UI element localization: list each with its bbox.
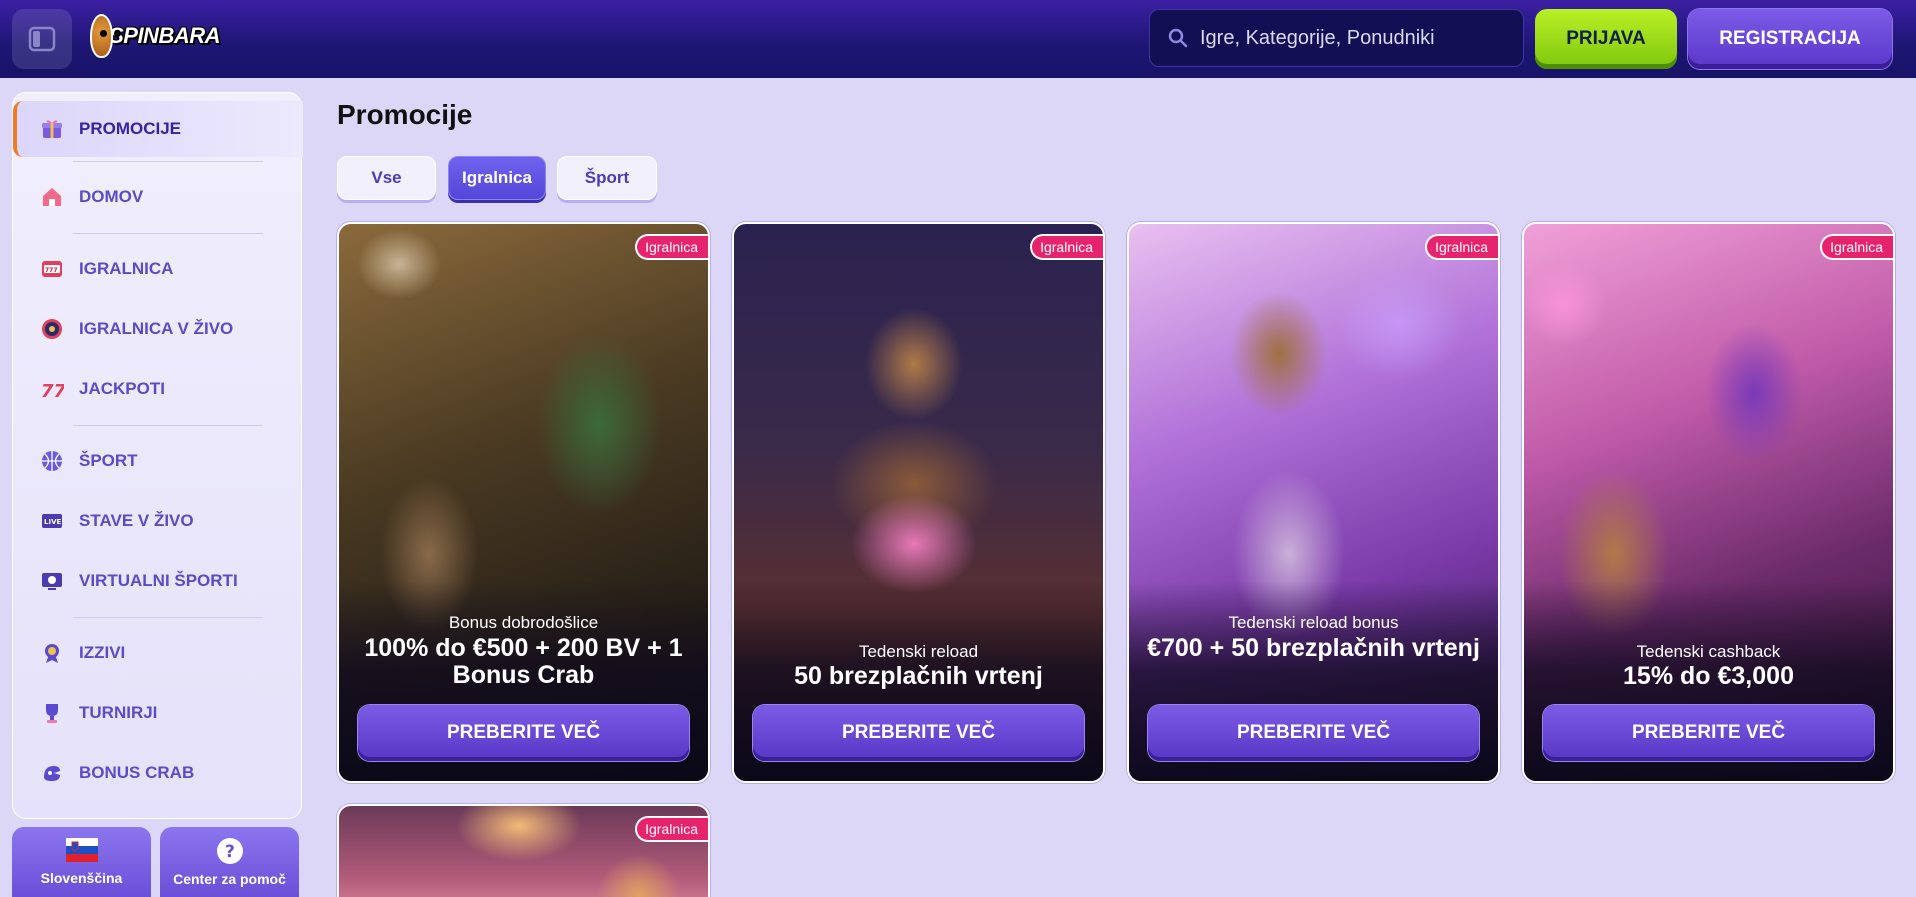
svg-text:?: ? [225, 842, 235, 862]
crab-icon [39, 760, 65, 786]
sidebar-item-label: TURNIRJI [79, 703, 158, 722]
promo-card[interactable]: Igralnica Tedenski reload 50 brezplačnih… [732, 222, 1105, 783]
tab-sport[interactable]: Šport [557, 156, 657, 200]
sidebar-item-label: IGRALNICA [79, 259, 174, 278]
promo-headline: €700 + 50 brezplačnih vrtenj [1147, 634, 1480, 662]
capybara-mascot-icon [90, 14, 121, 58]
sidebar-divider [73, 161, 263, 162]
sidebar-item-label: VIRTUALNI ŠPORTI [79, 571, 238, 590]
sidebar-toggle-button[interactable] [12, 9, 72, 69]
spinbara-logo[interactable]: SPINBARA [90, 10, 220, 62]
sidebar-item-turnirji[interactable]: TURNIRJI [13, 685, 303, 741]
sidebar-divider [73, 233, 263, 234]
register-button[interactable]: REGISTRACIJA [1688, 9, 1892, 69]
language-button[interactable]: Slovenščina [12, 827, 151, 897]
language-label: Slovenščina [40, 870, 123, 886]
trophy-icon [39, 700, 65, 726]
virtual-icon [39, 568, 65, 594]
slovenia-flag-icon [65, 838, 98, 862]
sidebar-item-label: DOMOV [79, 187, 144, 206]
category-badge: Igralnica [1425, 234, 1498, 260]
read-more-button[interactable]: PREBERITE VEČ [753, 705, 1084, 761]
search-box[interactable] [1149, 9, 1524, 67]
search-icon [1168, 28, 1188, 48]
page-title: Promocije [337, 99, 473, 130]
sidebar-item-label: JACKPOTI [79, 379, 165, 398]
help-center-button[interactable]: ? Center za pomoč [160, 827, 299, 897]
sidebar-item-bonus-crab[interactable]: BONUS CRAB [13, 745, 303, 801]
search-input[interactable] [1200, 26, 1500, 50]
home-icon [39, 184, 65, 210]
login-button[interactable]: PRIJAVA [1535, 9, 1677, 69]
sidebar-item-label: IZZIVI [79, 643, 126, 662]
svg-text:777: 777 [45, 267, 58, 274]
sevens-icon: 77 [39, 376, 65, 402]
read-more-button[interactable]: PREBERITE VEČ [1543, 705, 1874, 761]
read-more-button[interactable]: PREBERITE VEČ [1148, 705, 1479, 761]
sidebar-item-virtualni-sporti[interactable]: VIRTUALNI ŠPORTI [13, 553, 303, 609]
promo-card[interactable]: Igralnica [337, 804, 710, 897]
sidebar-item-sport[interactable]: ŠPORT [13, 433, 303, 489]
promo-headline: 100% do €500 + 200 BV + 1 Bonus Crab [364, 634, 683, 689]
read-more-button[interactable]: PREBERITE VEČ [358, 705, 689, 761]
promo-subtitle: Tedenski reload bonus [1228, 613, 1399, 632]
promo-subtitle: Tedenski reload [858, 642, 979, 661]
svg-text:LIVE: LIVE [44, 518, 61, 526]
promo-headline: 50 brezplačnih vrtenj [794, 662, 1043, 690]
promo-headline: 15% do €3,000 [1623, 662, 1794, 690]
promo-card[interactable]: Igralnica Bonus dobrodošlice 100% do €50… [337, 222, 710, 783]
promo-card[interactable]: Igralnica Tedenski cashback 15% do €3,00… [1522, 222, 1895, 783]
promo-subtitle: Tedenski cashback [1636, 642, 1781, 661]
help-label: Center za pomoč [173, 871, 286, 887]
promo-card[interactable]: Igralnica Tedenski reload bonus €700 + 5… [1127, 222, 1500, 783]
help-icon: ? [216, 838, 243, 864]
basketball-icon [39, 448, 65, 474]
live-icon: LIVE [39, 508, 65, 534]
sidebar-item-igralnica[interactable]: 777 IGRALNICA [13, 241, 303, 297]
sidebar-item-label: BONUS CRAB [79, 763, 195, 782]
sidebar-item-igralnica-v-zivo[interactable]: IGRALNICA V ŽIVO [13, 301, 303, 357]
sidebar-item-jackpoti[interactable]: 77 JACKPOTI [13, 361, 303, 417]
sidebar-divider [73, 617, 263, 618]
tab-vse[interactable]: Vse [337, 156, 436, 200]
promo-subtitle: Bonus dobrodošlice [448, 613, 599, 632]
top-header: SPINBARA PRIJAVA REGISTRACIJA [0, 0, 1916, 78]
category-badge: Igralnica [635, 816, 708, 842]
sidebar-item-promocije[interactable]: PROMOCIJE [13, 101, 303, 157]
sidebar-toggle-icon [28, 26, 56, 52]
medal-icon [39, 640, 65, 666]
sidebar-item-stave-v-zivo[interactable]: LIVE STAVE V ŽIVO [13, 493, 303, 549]
sidebar-item-label: STAVE V ŽIVO [79, 511, 194, 530]
sidebar-item-label: ŠPORT [79, 451, 138, 470]
gift-icon [39, 116, 65, 142]
sidebar: PROMOCIJE DOMOV 777 IGRALNICA IGRALNICA … [12, 92, 303, 819]
sidebar-item-label: PROMOCIJE [79, 119, 182, 138]
category-badge: Igralnica [1030, 234, 1103, 260]
svg-text:77: 77 [41, 381, 64, 401]
tab-igralnica[interactable]: Igralnica [448, 156, 546, 200]
slot-machine-icon: 777 [39, 256, 65, 282]
sidebar-item-izzivi[interactable]: IZZIVI [13, 625, 303, 681]
category-badge: Igralnica [1820, 234, 1893, 260]
sidebar-divider [73, 425, 263, 426]
sidebar-item-label: IGRALNICA V ŽIVO [79, 319, 234, 338]
roulette-icon [39, 316, 65, 342]
logo-text: SPINBARA [109, 23, 220, 48]
category-badge: Igralnica [635, 234, 708, 260]
sidebar-item-domov[interactable]: DOMOV [13, 169, 303, 225]
